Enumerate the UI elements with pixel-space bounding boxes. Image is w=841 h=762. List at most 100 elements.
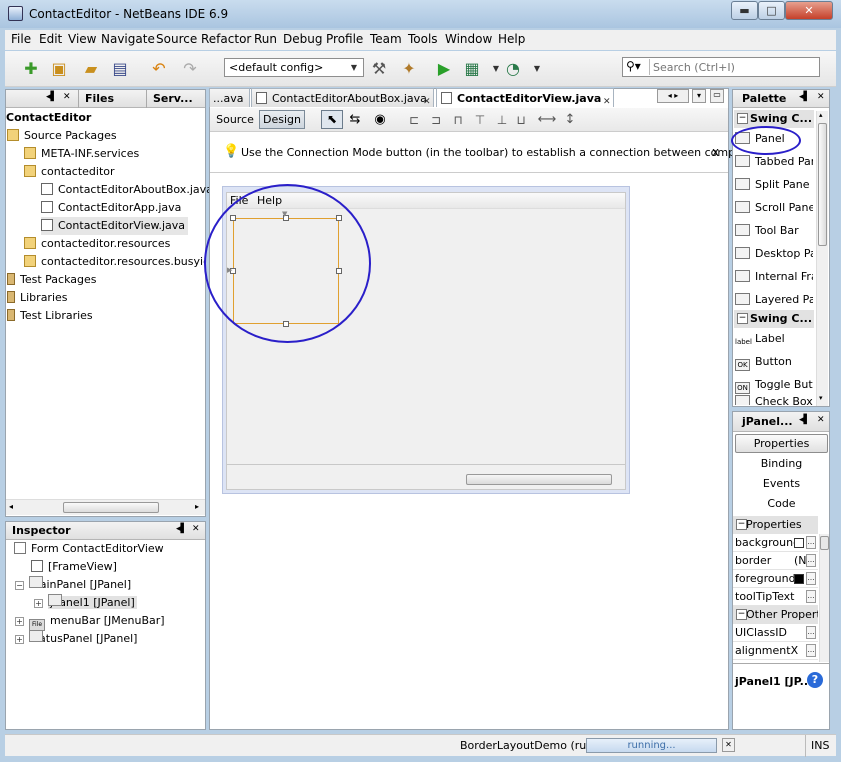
- selection-mode-icon[interactable]: ⬉: [321, 110, 343, 129]
- properties-section[interactable]: Properties: [733, 516, 818, 534]
- help-icon[interactable]: ?: [807, 672, 823, 688]
- prop-row-border[interactable]: border (No…: [733, 552, 818, 570]
- close-tab-icon[interactable]: ✕: [603, 93, 611, 107]
- tab-view-active[interactable]: ContactEditorView.java ✕: [436, 88, 614, 107]
- edit-ellipsis-icon[interactable]: …: [806, 590, 816, 603]
- tree-item-view-selected[interactable]: ContactEditorView.java: [41, 217, 188, 235]
- menu-profile[interactable]: Profile: [326, 32, 363, 46]
- prop-row-uiclassid[interactable]: UIClassID…: [733, 624, 818, 642]
- inspector-item-jpanel1[interactable]: + jPanel1 [JPanel]: [34, 594, 137, 612]
- redo-icon[interactable]: ↷: [179, 58, 201, 80]
- tab-files[interactable]: Files: [81, 90, 114, 108]
- new-project-icon[interactable]: ▣: [48, 58, 70, 80]
- properties-button[interactable]: Properties: [735, 434, 828, 453]
- debug-icon[interactable]: ▦: [461, 58, 483, 80]
- center-vertical-icon[interactable]: ⊔: [510, 109, 532, 131]
- hint-close-button[interactable]: x: [712, 145, 719, 159]
- new-file-icon[interactable]: ✚: [20, 58, 42, 80]
- inspector-item-frameview[interactable]: [FrameView]: [31, 558, 117, 576]
- profile-icon[interactable]: ◔: [502, 58, 524, 80]
- close-button[interactable]: ✕: [785, 1, 833, 20]
- menu-source[interactable]: Source: [156, 32, 197, 46]
- projects-hscrollbar[interactable]: ◂ ▸: [6, 499, 205, 515]
- tab-aboutbox[interactable]: ContactEditorAboutBox.java ✕: [251, 88, 434, 107]
- run-icon[interactable]: ▶: [433, 58, 455, 80]
- other-properties-section[interactable]: Other Properties: [733, 606, 818, 624]
- tab-services[interactable]: Serv...: [149, 90, 193, 108]
- palette-item-internal-frame[interactable]: Internal Frame: [735, 266, 813, 288]
- prop-row-foreground[interactable]: foreground…: [733, 570, 818, 588]
- maximize-button[interactable]: □: [758, 1, 785, 20]
- cancel-task-icon[interactable]: ✕: [722, 738, 735, 752]
- align-left-icon[interactable]: ⊏: [403, 109, 425, 131]
- scroll-thumb[interactable]: [818, 123, 827, 246]
- palette-item-check-box[interactable]: Check Box: [735, 395, 813, 405]
- minimize-window-icon[interactable]: ◂▌: [176, 524, 187, 534]
- scroll-up-icon[interactable]: ▴: [819, 111, 823, 119]
- menu-debug[interactable]: Debug: [283, 32, 322, 46]
- close-tab-icon[interactable]: ✕: [63, 92, 71, 102]
- palette-item-label[interactable]: label Label: [735, 328, 813, 350]
- prop-row-background[interactable]: background…: [733, 534, 818, 552]
- build-hammer-icon[interactable]: ⚒: [368, 58, 390, 80]
- palette-item-button[interactable]: OK Button: [735, 351, 813, 373]
- inspector-item-form[interactable]: Form ContactEditorView: [14, 540, 164, 558]
- open-project-icon[interactable]: ▰: [80, 58, 102, 80]
- maximize-window-icon[interactable]: ▭: [710, 89, 724, 103]
- minimize-window-icon[interactable]: ◂▌: [799, 92, 810, 102]
- close-tab-icon[interactable]: ✕: [423, 93, 431, 107]
- menu-file[interactable]: File: [11, 32, 31, 46]
- expand-icon[interactable]: +: [15, 617, 24, 626]
- tree-item-test-packages[interactable]: Test Packages: [7, 271, 96, 289]
- tab-list-icon[interactable]: ▾: [692, 89, 706, 103]
- edit-ellipsis-icon[interactable]: …: [806, 644, 816, 657]
- resize-horizontal-icon[interactable]: ⟷: [536, 109, 558, 131]
- minimize-button[interactable]: ▬: [731, 1, 758, 20]
- palette-vscrollbar[interactable]: ▴ ▾: [816, 111, 828, 406]
- palette-item-split-pane[interactable]: Split Pane: [735, 174, 813, 196]
- undo-icon[interactable]: ↶: [148, 58, 170, 80]
- binding-button[interactable]: Binding: [735, 454, 828, 473]
- menu-team[interactable]: Team: [370, 32, 402, 46]
- clean-build-icon[interactable]: ✦: [398, 58, 420, 80]
- tree-item-resources[interactable]: contacteditor.resources: [24, 235, 170, 253]
- palette-item-layered-pane[interactable]: Layered Pane: [735, 289, 813, 311]
- align-top-icon[interactable]: ⊤: [469, 109, 491, 131]
- tree-item-busyicons[interactable]: contacteditor.resources.busyicons: [24, 253, 205, 271]
- resize-vertical-icon[interactable]: ↕: [559, 109, 581, 131]
- palette-item-desktop-pane[interactable]: Desktop Pane: [735, 243, 813, 265]
- edit-ellipsis-icon[interactable]: …: [806, 626, 816, 639]
- palette-section-containers[interactable]: Swing C...: [734, 110, 814, 128]
- config-combo[interactable]: <default config> ▼: [224, 58, 364, 77]
- close-tab-icon[interactable]: ✕: [817, 92, 825, 102]
- inspector-item-mainpanel[interactable]: − mainPanel [JPanel]: [15, 576, 131, 594]
- tree-item-app[interactable]: ContactEditorApp.java: [41, 199, 181, 217]
- preview-design-icon[interactable]: ◉: [369, 109, 391, 131]
- menu-view[interactable]: View: [68, 32, 96, 46]
- source-button[interactable]: Source: [213, 110, 257, 129]
- expand-icon[interactable]: +: [34, 599, 43, 608]
- align-right-icon[interactable]: ⊐: [425, 109, 447, 131]
- menu-edit[interactable]: Edit: [39, 32, 62, 46]
- palette-item-toggle-button[interactable]: ON Toggle Button: [735, 374, 813, 396]
- minimize-window-icon[interactable]: ◂▌: [46, 92, 57, 102]
- prop-row-tooltiptext[interactable]: toolTipText…: [733, 588, 818, 606]
- close-tab-icon[interactable]: ✕: [817, 415, 825, 425]
- save-all-icon[interactable]: ▤: [109, 58, 131, 80]
- inspector-item-menubar[interactable]: + File menuBar [JMenuBar]: [15, 612, 165, 631]
- menu-help[interactable]: Help: [498, 32, 525, 46]
- inspector-item-statuspanel[interactable]: + statusPanel [JPanel]: [15, 630, 137, 648]
- tree-item-project[interactable]: ContactEditor: [6, 109, 91, 127]
- prop-row-alignmentx[interactable]: alignmentX…: [733, 642, 818, 660]
- tree-item-test-libraries[interactable]: Test Libraries: [7, 307, 93, 325]
- scroll-thumb[interactable]: [63, 502, 159, 513]
- menu-navigate[interactable]: Navigate: [101, 32, 155, 46]
- search-input[interactable]: [649, 59, 817, 75]
- tab-truncated[interactable]: ...ava: [209, 88, 250, 107]
- minimize-window-icon[interactable]: ◂▌: [799, 415, 810, 425]
- profile-dropdown-icon[interactable]: ▼: [526, 58, 548, 80]
- tree-item-meta-inf[interactable]: META-INF.services: [24, 145, 139, 163]
- menu-tools[interactable]: Tools: [408, 32, 438, 46]
- connection-mode-icon[interactable]: ⇆: [344, 109, 366, 131]
- edit-ellipsis-icon[interactable]: …: [806, 536, 816, 549]
